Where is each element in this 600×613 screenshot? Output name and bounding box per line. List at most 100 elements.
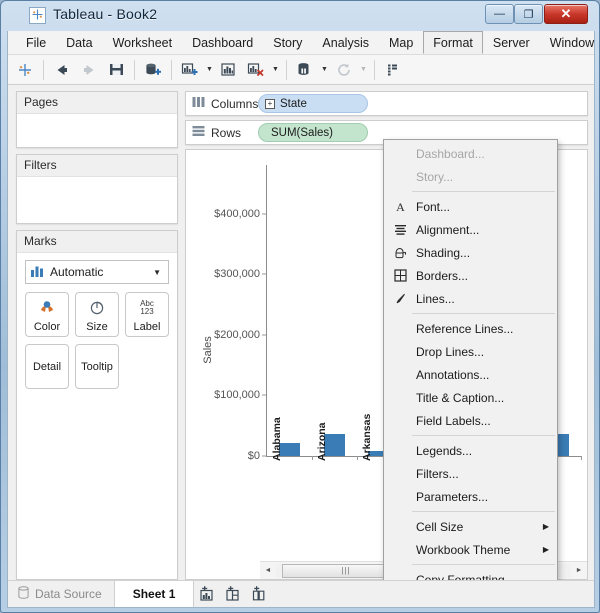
format-menu-item-title-and-caption[interactable]: Title & Caption... [384,386,557,409]
new-data-source-icon[interactable] [140,57,166,83]
duplicate-sheet-icon[interactable] [216,57,242,83]
marks-detail-button[interactable]: Detail [25,344,69,389]
undo-arrow-icon[interactable] [49,57,75,83]
maximize-button[interactable]: ❐ [514,4,543,24]
save-icon[interactable] [103,57,129,83]
new-story-tab-icon[interactable] [246,581,272,607]
menu-worksheet[interactable]: Worksheet [103,31,183,54]
menu-server[interactable]: Server [483,31,540,54]
maximize-icon: ❐ [523,8,534,21]
minimize-button[interactable]: — [485,4,514,24]
pause-dropdown-caret-icon[interactable]: ▼ [319,57,330,83]
format-menu-item-legends[interactable]: Legends... [384,439,557,462]
borders-grid-icon [389,264,411,287]
submenu-arrow-icon: ▶ [542,545,549,554]
swap-rows-columns-icon[interactable] [380,57,406,83]
marks-label-label: Label [133,321,161,333]
marks-detail-label: Detail [32,360,62,373]
format-menu-item-label: Borders... [416,268,469,283]
format-menu-item-label: Legends... [416,443,473,458]
expand-plus-icon[interactable]: + [265,98,275,109]
data-source-label: Data Source [35,587,102,601]
close-button[interactable]: ✕ [544,4,588,24]
font-A-icon: A [389,195,411,218]
tableau-home-icon[interactable] [12,57,38,83]
pause-auto-update-icon[interactable] [292,57,318,83]
svg-text:A: A [396,200,405,213]
format-menu-item-borders[interactable]: Borders... [384,264,557,287]
toolbar-separator [286,59,287,80]
marks-color-button[interactable]: Color [25,292,69,337]
new-worksheet-icon[interactable] [177,57,203,83]
format-menu-item-label: Reference Lines... [416,321,514,336]
clear-sheet-dropdown-caret-icon[interactable]: ▼ [270,57,281,83]
format-menu-item-parameters[interactable]: Parameters... [384,485,557,508]
refresh-dropdown-caret-icon[interactable]: ▼ [358,57,369,83]
columns-icon [192,96,205,111]
pill-sum-sales[interactable]: SUM(Sales) [258,123,368,142]
y-axis-tick-label: $0 [247,450,260,462]
new-worksheet-tab-icon[interactable] [194,581,220,607]
menu-window[interactable]: Window [540,31,600,54]
data-source-tab[interactable]: Data Source [8,581,115,607]
y-axis-title: Sales [201,335,214,364]
toolbar: ▼ ▼ ▼ ▼ [8,55,594,85]
filters-shelf-dropzone[interactable] [17,177,177,191]
menu-story[interactable]: Story [263,31,312,54]
window-title: Tableau - Book2 [53,6,158,22]
format-menu-item-field-labels[interactable]: Field Labels... [384,409,557,432]
format-menu-item-filters[interactable]: Filters... [384,462,557,485]
x-axis-tick-mark [356,456,358,460]
format-menu-item-alignment[interactable]: Alignment... [384,218,557,241]
toolbar-separator [374,59,375,80]
pages-shelf-dropzone[interactable] [17,114,177,128]
menu-analysis[interactable]: Analysis [312,31,379,54]
format-dropdown-menu[interactable]: Dashboard... Story... A Font... Alignment...… [383,139,558,580]
bar-mark-icon [30,265,44,280]
pill-sum-sales-label: SUM(Sales) [271,126,333,139]
redo-arrow-icon[interactable] [76,57,102,83]
new-dashboard-tab-icon[interactable] [220,581,246,607]
marks-tooltip-button[interactable]: Tooltip [75,344,119,389]
menu-separator [412,564,555,565]
marks-size-button[interactable]: Size [75,292,119,337]
clear-sheet-icon[interactable] [243,57,269,83]
marks-label-button[interactable]: Abc 123 Label [125,292,169,337]
pill-state[interactable]: + State [258,94,368,113]
format-menu-item-shading[interactable]: Shading... [384,241,557,264]
menu-dashboard[interactable]: Dashboard [182,31,263,54]
menu-data[interactable]: Data [56,31,102,54]
format-menu-item-label: Field Labels... [416,413,491,428]
alignment-icon [389,218,411,241]
menu-file[interactable]: File [16,31,56,54]
format-menu-item-label: Font... [416,199,451,214]
format-menu-item-font[interactable]: A Font... [384,195,557,218]
scroll-left-arrow-icon[interactable]: ◄ [260,563,276,579]
refresh-icon[interactable] [331,57,357,83]
sheet-tab-sheet1[interactable]: Sheet 1 [114,581,195,607]
format-menu-item-label: Dashboard... [416,146,485,161]
left-panel: Pages Filters Marks Automatic ▼ Color Si… [8,85,183,580]
format-menu-item-label: Title & Caption... [416,390,505,405]
format-menu-item-reference-lines[interactable]: Reference Lines... [384,317,557,340]
lines-brush-icon [389,287,411,310]
format-menu-item-lines[interactable]: Lines... [384,287,557,310]
menu-format[interactable]: Format [423,31,483,54]
format-menu-item-copy-formatting[interactable]: Copy Formatting [384,568,557,581]
format-menu-item-cell-size[interactable]: Cell Size ▶ [384,515,557,538]
new-worksheet-dropdown-caret-icon[interactable]: ▼ [204,57,215,83]
format-menu-item-label: Workbook Theme [416,542,511,557]
format-menu-item-drop-lines[interactable]: Drop Lines... [384,340,557,363]
x-axis-tick-mark [581,456,582,460]
toolbar-separator [134,59,135,80]
pages-card: Pages [16,91,178,148]
sheet-tab-label: Sheet 1 [132,587,176,601]
scroll-right-arrow-icon[interactable]: ► [571,563,587,579]
format-menu-item-annotations[interactable]: Annotations... [384,363,557,386]
menu-map[interactable]: Map [379,31,423,54]
columns-shelf[interactable]: Columns + State [185,91,588,116]
format-menu-item-workbook-theme[interactable]: Workbook Theme ▶ [384,538,557,561]
mark-type-select[interactable]: Automatic ▼ [25,260,169,284]
menu-bar: File Data Worksheet Dashboard Story Anal… [8,31,594,55]
marks-card-title: Marks [17,231,177,253]
